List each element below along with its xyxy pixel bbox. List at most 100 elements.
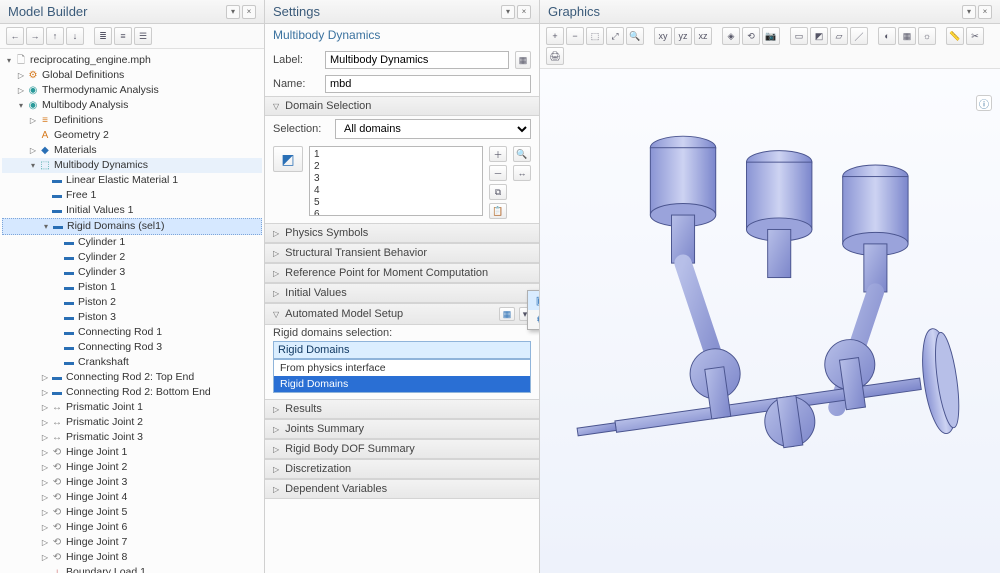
tree-node-piston2[interactable]: ▬Piston 2 [2,295,262,310]
tree-node-linElastic[interactable]: ▬Linear Elastic Material 1 [2,173,262,188]
selection-mode-icon[interactable]: ◩ [273,146,303,172]
transparency-icon[interactable]: ◐ [878,27,896,45]
settings-menu-icon[interactable]: ▾ [501,5,515,19]
section-results[interactable]: Results [265,399,539,419]
rigid-domains-combo-list[interactable]: From physics interface Rigid Domains [273,359,531,393]
domain-num[interactable]: 3 [314,173,478,185]
section-physics-symbols[interactable]: Physics Symbols [265,223,539,243]
graphics-close-icon[interactable]: × [978,5,992,19]
tree-node-connRod2Bot[interactable]: ▷▬Connecting Rod 2: Bottom End [2,385,262,400]
caret-icon[interactable]: ▷ [40,505,50,520]
nav-fwd-icon[interactable]: → [26,27,44,45]
rotate-icon[interactable]: ⟲ [742,27,760,45]
default-view-icon[interactable]: ◈ [722,27,740,45]
caret-icon[interactable]: ▷ [16,68,26,83]
graphics-menu-icon[interactable]: ▾ [962,5,976,19]
zoom-box-icon[interactable]: ⬚ [586,27,604,45]
tree-node-prismatic1[interactable]: ▷↔Prismatic Joint 1 [2,400,262,415]
select-boundary-icon[interactable]: ▱ [830,27,848,45]
tree-node-hinge6[interactable]: ▷⟲Hinge Joint 6 [2,520,262,535]
domain-num[interactable]: 1 [314,149,478,161]
tree-node-globalDefs[interactable]: ▷⚙Global Definitions [2,68,262,83]
tree-node-free1[interactable]: ▬Free 1 [2,188,262,203]
panel-close-icon[interactable]: × [242,5,256,19]
caret-icon[interactable]: ▾ [4,53,14,68]
select-edge-icon[interactable]: ／ [850,27,868,45]
section-structural-transient[interactable]: Structural Transient Behavior [265,243,539,263]
section-rigid-body-dof[interactable]: Rigid Body DOF Summary [265,439,539,459]
lighting-icon[interactable]: ☼ [918,27,936,45]
tree-node-connRod2Top[interactable]: ▷▬Connecting Rod 2: Top End [2,370,262,385]
rigid-domains-combo[interactable]: Rigid Domains [273,341,531,359]
tree-node-prismatic2[interactable]: ▷↔Prismatic Joint 2 [2,415,262,430]
copy-selection-icon[interactable]: ⧉ [489,184,507,200]
caret-icon[interactable]: ▷ [28,113,38,128]
tree-node-piston3[interactable]: ▬Piston 3 [2,310,262,325]
caret-icon[interactable]: ▷ [40,535,50,550]
section-domain-selection[interactable]: Domain Selection [265,96,539,116]
tree-node-initialValues1[interactable]: ▬Initial Values 1 [2,203,262,218]
tree-node-crankshaft[interactable]: ▬Crankshaft [2,355,262,370]
caret-icon[interactable]: ▾ [28,158,38,173]
view-xy-icon[interactable]: xy [654,27,672,45]
zoom-in-icon[interactable]: + [546,27,564,45]
automated-setup-action-icon[interactable]: ▦ [499,307,515,321]
tree-node-multibodyDynamics[interactable]: ▾⬚Multibody Dynamics [2,158,262,173]
caret-icon[interactable]: ▷ [40,445,50,460]
domain-num[interactable]: 2 [314,161,478,173]
tree-node-hinge8[interactable]: ▷⟲Hinge Joint 8 [2,550,262,565]
panel-menu-icon[interactable]: ▾ [226,5,240,19]
camera-icon[interactable]: 📷 [762,27,780,45]
caret-icon[interactable]: ▷ [40,490,50,505]
settings-close-icon[interactable]: × [517,5,531,19]
zoom-selection-icon[interactable]: 🔍 [513,146,531,162]
nav-up-icon[interactable]: ↑ [46,27,64,45]
remove-selection-icon[interactable]: － [489,165,507,181]
tree-node-piston1[interactable]: ▬Piston 1 [2,280,262,295]
model-tree[interactable]: ▾🗋reciprocating_engine.mph▷⚙Global Defin… [0,49,264,573]
tree-node-cylinder2[interactable]: ▬Cylinder 2 [2,250,262,265]
info-badge-icon[interactable]: ⓘ [976,95,992,111]
select-mode-icon[interactable]: ▭ [790,27,808,45]
zoom-extents-icon[interactable]: ⤢ [606,27,624,45]
domain-num[interactable]: 4 [314,185,478,197]
zoom-out-icon[interactable]: − [566,27,584,45]
caret-icon[interactable]: ▷ [40,475,50,490]
expand-icon[interactable]: ≣ [94,27,112,45]
tree-node-hinge4[interactable]: ▷⟲Hinge Joint 4 [2,490,262,505]
section-joints-summary[interactable]: Joints Summary [265,419,539,439]
menu-create-rigid-domains[interactable]: ▣ Create Rigid Domains [528,291,539,310]
toggle-selection-icon[interactable]: ↔ [513,165,531,181]
wireframe-icon[interactable]: ▦ [898,27,916,45]
caret-icon[interactable]: ▷ [40,400,50,415]
caret-icon[interactable]: ▷ [40,430,50,445]
caret-icon[interactable]: ▷ [16,83,26,98]
tree-node-prismatic3[interactable]: ▷↔Prismatic Joint 3 [2,430,262,445]
tree-node-materials[interactable]: ▷◆Materials [2,143,262,158]
graphics-canvas[interactable]: ⓘ [540,69,1000,573]
tree-node-multibodyAnalysis[interactable]: ▾◉Multibody Analysis [2,98,262,113]
collapse-icon[interactable]: ≡ [114,27,132,45]
tree-node-thermo[interactable]: ▷◉Thermodynamic Analysis [2,83,262,98]
tree-node-hinge3[interactable]: ▷⟲Hinge Joint 3 [2,475,262,490]
view-xz-icon[interactable]: xz [694,27,712,45]
section-dependent-variables[interactable]: Dependent Variables [265,479,539,499]
paste-selection-icon[interactable]: 📋 [489,203,507,219]
tree-node-definitions[interactable]: ▷≡Definitions [2,113,262,128]
caret-icon[interactable]: ▾ [16,98,26,113]
tree-node-hinge7[interactable]: ▷⟲Hinge Joint 7 [2,535,262,550]
zoom-selected-icon[interactable]: 🔍 [626,27,644,45]
clip-icon[interactable]: ✂ [966,27,984,45]
combo-option-from-physics[interactable]: From physics interface [274,360,530,376]
label-input[interactable] [325,51,509,69]
section-initial-values[interactable]: Initial Values [265,283,539,303]
caret-icon[interactable]: ▷ [40,460,50,475]
caret-icon[interactable]: ▷ [40,385,50,400]
name-input[interactable] [325,75,531,93]
combo-option-rigid-domains[interactable]: Rigid Domains [274,376,530,392]
caret-icon[interactable]: ▷ [40,415,50,430]
add-selection-icon[interactable]: ＋ [489,146,507,162]
section-discretization[interactable]: Discretization [265,459,539,479]
label-help-icon[interactable]: ▦ [515,51,531,69]
view-yz-icon[interactable]: yz [674,27,692,45]
